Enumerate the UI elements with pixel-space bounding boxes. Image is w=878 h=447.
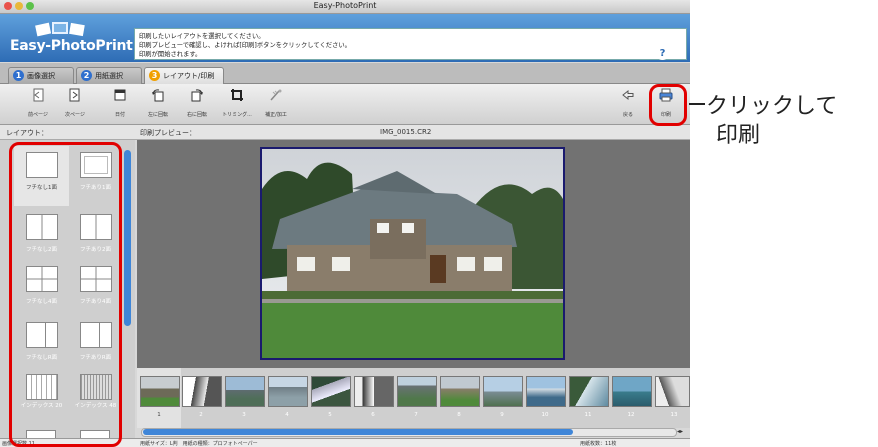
- step-tab-bar: 1 画像選択 2 用紙選択 3 レイアウト/印刷: [0, 63, 690, 84]
- collapse-icon[interactable]: ≡: [678, 51, 684, 59]
- tab-paper-select[interactable]: 2 用紙選択: [76, 67, 142, 84]
- status-sheet-count: 用紙枚数：11枚: [580, 441, 617, 447]
- thumb-number: 6: [371, 412, 375, 418]
- window-title: Easy-PhotoPrint: [313, 1, 377, 10]
- thumb-number: 3: [242, 412, 246, 418]
- filmstrip-thumb[interactable]: [225, 376, 265, 407]
- filmstrip-thumb[interactable]: [182, 376, 222, 407]
- print-button-highlight-box: [649, 84, 687, 126]
- filmstrip-thumb[interactable]: [526, 376, 566, 407]
- back-label: 戻る: [622, 112, 633, 118]
- filmstrip-thumb[interactable]: [268, 376, 308, 407]
- prev-page-button[interactable]: 前ページ: [18, 84, 58, 124]
- rotate-right-icon: [191, 89, 203, 102]
- preview-filename: IMG_0015.CR2: [380, 128, 432, 136]
- tab-label: 画像選択: [27, 72, 55, 80]
- section-header-bar: レイアウト： 印刷プレビュー： IMG_0015.CR2: [0, 125, 690, 140]
- correction-label: 補正/加工: [265, 112, 287, 118]
- annotation-line-1: クリックして: [706, 94, 838, 119]
- house-photo-image: [262, 149, 563, 358]
- date-icon: [114, 89, 126, 101]
- thumb-number: 11: [584, 412, 592, 418]
- layout-highlight-box: [9, 142, 122, 447]
- filmstrip-scrollbar[interactable]: [141, 428, 677, 437]
- tab-label: 用紙選択: [95, 72, 123, 80]
- tab-number-badge: 3: [149, 70, 160, 81]
- filmstrip-thumb[interactable]: [655, 376, 690, 407]
- preview-photo: [260, 147, 565, 360]
- prev-page-label: 前ページ: [28, 112, 48, 118]
- scroll-arrows-icon[interactable]: ◂▸: [677, 428, 683, 435]
- rotate-left-label: 左に回転: [147, 112, 168, 118]
- filmstrip-thumb[interactable]: [440, 376, 480, 407]
- trimming-button[interactable]: トリミング...: [217, 84, 257, 124]
- correction-icon: [270, 89, 282, 101]
- app-window: Easy-PhotoPrint Easy-PhotoPrint 印刷したいレイア…: [0, 0, 690, 447]
- status-paper-info: 用紙サイズ：L判 用紙の種類：プロフォトペーパー: [140, 441, 258, 447]
- thumb-number: 7: [414, 412, 418, 418]
- thumb-number: 9: [500, 412, 504, 418]
- rotate-right-button[interactable]: 右に回転: [177, 84, 217, 124]
- thumb-number: 2: [199, 412, 203, 418]
- guide-message-line-1: 印刷したいレイアウトを選択してください。: [139, 33, 265, 40]
- filmstrip-thumb[interactable]: [569, 376, 609, 407]
- back-arrow-icon: [622, 89, 634, 101]
- layout-list-scrollbar[interactable]: [124, 150, 131, 326]
- thumb-number: 4: [285, 412, 289, 418]
- date-label: 日付: [114, 112, 125, 118]
- help-icon[interactable]: ?: [656, 47, 669, 60]
- filmstrip-thumb[interactable]: [397, 376, 437, 407]
- next-page-label: 次ページ: [65, 112, 85, 118]
- tab-layout-print[interactable]: 3 レイアウト/印刷: [144, 67, 224, 84]
- filmstrip-thumb[interactable]: [311, 376, 351, 407]
- thumb-number: 5: [328, 412, 332, 418]
- rotate-left-icon: [152, 89, 164, 102]
- thumb-number: 8: [457, 412, 461, 418]
- page-prev-icon: [33, 88, 44, 102]
- filmstrip-thumb[interactable]: [140, 376, 180, 407]
- guide-message-line-3: 印刷が開始されます。: [139, 51, 202, 58]
- tab-number-badge: 2: [81, 70, 92, 81]
- annotation-line-2: 印刷: [716, 123, 761, 148]
- thumb-number: 10: [541, 412, 549, 418]
- correction-button[interactable]: 補正/加工: [256, 84, 296, 124]
- filmstrip-thumb[interactable]: [483, 376, 523, 407]
- next-page-button[interactable]: 次ページ: [55, 84, 95, 124]
- annotation-connector-line: [689, 103, 705, 105]
- rotate-left-button[interactable]: 左に回転: [138, 84, 178, 124]
- filmstrip-scroll-thumb[interactable]: [143, 429, 573, 435]
- filmstrip-thumb[interactable]: [354, 376, 394, 407]
- page-next-icon: [69, 88, 80, 102]
- thumb-number: 1: [157, 412, 161, 418]
- thumb-number: 13: [670, 412, 678, 418]
- date-button[interactable]: 日付: [100, 84, 140, 124]
- preview-heading: 印刷プレビュー：: [140, 129, 196, 137]
- app-logo: Easy-PhotoPrint: [10, 38, 133, 54]
- guide-message-line-2: 印刷プレビューで確認し、よければ[印刷]ボタンをクリックしてください。: [139, 42, 351, 49]
- crop-icon: [231, 89, 243, 101]
- title-bar: Easy-PhotoPrint: [0, 0, 690, 14]
- filmstrip: 1 2 3 4 5 6 7 8 9 10 11 12 13: [137, 368, 690, 428]
- app-header: Easy-PhotoPrint 印刷したいレイアウトを選択してください。 印刷プ…: [0, 14, 690, 62]
- back-button[interactable]: 戻る: [608, 84, 648, 124]
- guide-message-box: 印刷したいレイアウトを選択してください。 印刷プレビューで確認し、よければ[印刷…: [134, 28, 687, 60]
- layout-heading: レイアウト：: [6, 129, 48, 137]
- toolbar: 前ページ 次ページ 日付 左に回転 右に回転 トリミング... 補正/加工 戻る…: [0, 84, 690, 125]
- rotate-right-label: 右に回転: [186, 112, 207, 118]
- trimming-label: トリミング...: [222, 112, 252, 118]
- filmstrip-thumb[interactable]: [612, 376, 652, 407]
- thumb-number: 12: [627, 412, 635, 418]
- tab-label: レイアウト/印刷: [163, 72, 215, 80]
- tab-number-badge: 1: [13, 70, 24, 81]
- tab-image-select[interactable]: 1 画像選択: [8, 67, 74, 84]
- photo-logo-icon: [35, 22, 85, 37]
